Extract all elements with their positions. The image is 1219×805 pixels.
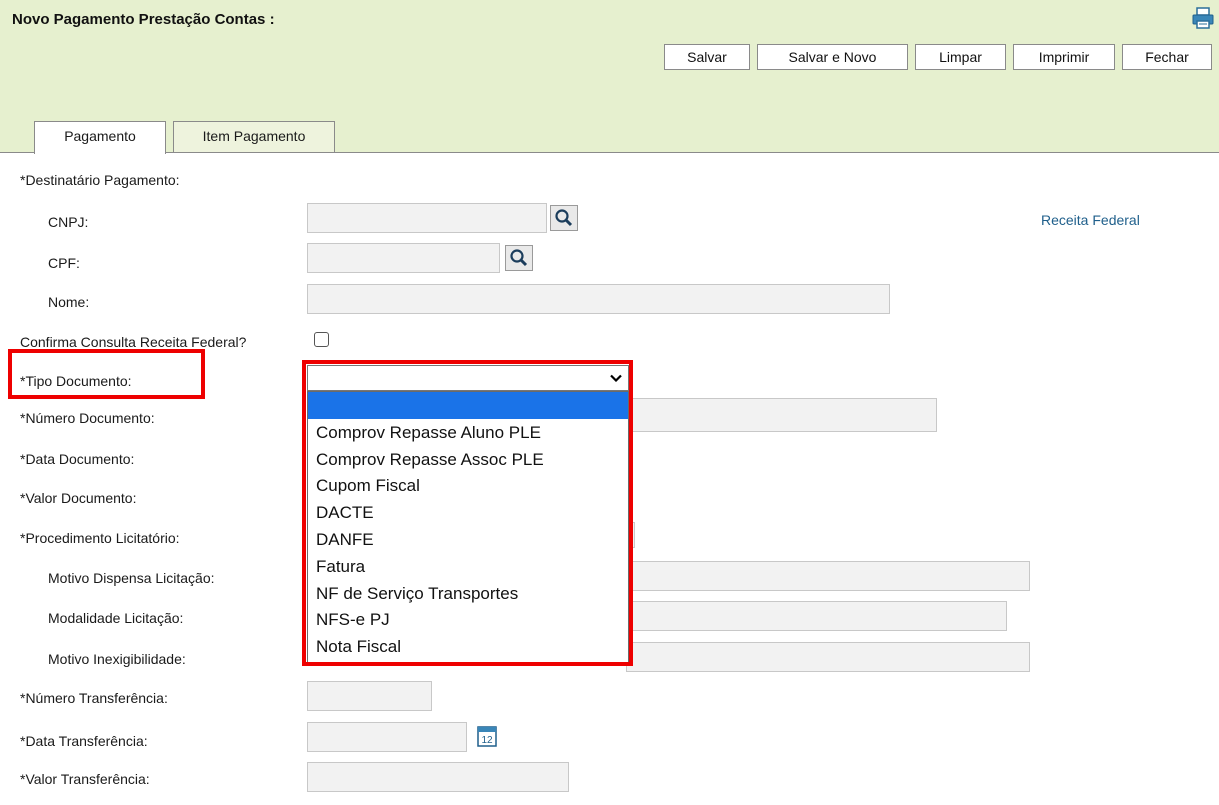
valor-documento-label: *Valor Documento: — [20, 490, 137, 506]
option-fatura[interactable]: Fatura — [308, 553, 628, 580]
motivo-dispensa-input[interactable] — [626, 561, 1030, 591]
cpf-input[interactable] — [307, 243, 500, 273]
cpf-search-button[interactable] — [505, 245, 533, 271]
destinatario-label: *Destinatário Pagamento: — [20, 172, 180, 188]
valor-transferencia-input[interactable] — [307, 762, 569, 792]
numero-documento-input[interactable] — [626, 398, 937, 432]
data-documento-label: *Data Documento: — [20, 451, 135, 467]
option-nota-fiscal[interactable]: Nota Fiscal — [308, 633, 628, 660]
confirma-receita-label: Confirma Consulta Receita Federal? — [20, 334, 247, 350]
modalidade-label: Modalidade Licitação: — [48, 610, 184, 626]
cnpj-search-button[interactable] — [550, 205, 578, 231]
tipo-documento-options: Comprov Repasse Aluno PLE Comprov Repass… — [307, 391, 629, 663]
printer-icon[interactable] — [1191, 6, 1215, 30]
option-empty[interactable] — [308, 392, 628, 419]
option-nfs-e-pj[interactable]: NFS-e PJ — [308, 606, 628, 633]
option-danfe[interactable]: DANFE — [308, 526, 628, 553]
fechar-button[interactable]: Fechar — [1122, 44, 1212, 70]
option-comprov-repasse-assoc[interactable]: Comprov Repasse Assoc PLE — [308, 446, 628, 473]
data-transferencia-label: *Data Transferência: — [20, 733, 148, 749]
tipo-documento-select[interactable] — [307, 365, 629, 391]
page-title: Novo Pagamento Prestação Contas : — [12, 11, 275, 28]
chevron-down-icon — [610, 374, 622, 383]
tab-pagamento[interactable]: Pagamento — [34, 121, 166, 154]
option-cupom-fiscal[interactable]: Cupom Fiscal — [308, 472, 628, 499]
salvar-button[interactable]: Salvar — [664, 44, 750, 70]
nome-input[interactable] — [307, 284, 890, 314]
motivo-dispensa-label: Motivo Dispensa Licitação: — [48, 570, 215, 586]
motivo-inexigibilidade-input[interactable] — [626, 642, 1030, 672]
magnifier-icon — [510, 249, 528, 267]
cnpj-label: CNPJ: — [48, 214, 89, 230]
numero-transferencia-label: *Número Transferência: — [20, 690, 168, 706]
limpar-button[interactable]: Limpar — [915, 44, 1006, 70]
imprimir-button[interactable]: Imprimir — [1013, 44, 1115, 70]
numero-transferencia-input[interactable] — [307, 681, 432, 711]
numero-documento-label: *Número Documento: — [20, 410, 155, 426]
procedimento-label: *Procedimento Licitatório: — [20, 530, 180, 546]
svg-text:12: 12 — [481, 735, 493, 746]
cpf-label: CPF: — [48, 255, 80, 271]
data-transferencia-input[interactable] — [307, 722, 467, 752]
title-bar: Novo Pagamento Prestação Contas : — [0, 0, 1219, 39]
cnpj-input[interactable] — [307, 203, 547, 233]
calendar-icon[interactable]: 12 — [477, 725, 497, 747]
option-dacte[interactable]: DACTE — [308, 499, 628, 526]
confirma-receita-checkbox[interactable] — [314, 332, 329, 347]
motivo-inexigibilidade-label: Motivo Inexigibilidade: — [48, 651, 186, 667]
option-nf-servico-transportes[interactable]: NF de Serviço Transportes — [308, 580, 628, 607]
option-comprov-repasse-aluno[interactable]: Comprov Repasse Aluno PLE — [308, 419, 628, 446]
nome-label: Nome: — [48, 294, 90, 310]
tipo-documento-label: *Tipo Documento: — [20, 373, 132, 389]
magnifier-icon — [555, 209, 573, 227]
salvar-e-novo-button[interactable]: Salvar e Novo — [757, 44, 908, 70]
modalidade-input[interactable] — [626, 601, 1007, 631]
tab-item-pagamento[interactable]: Item Pagamento — [173, 121, 335, 152]
valor-transferencia-label: *Valor Transferência: — [20, 771, 150, 787]
receita-federal-link[interactable]: Receita Federal — [1041, 212, 1140, 228]
